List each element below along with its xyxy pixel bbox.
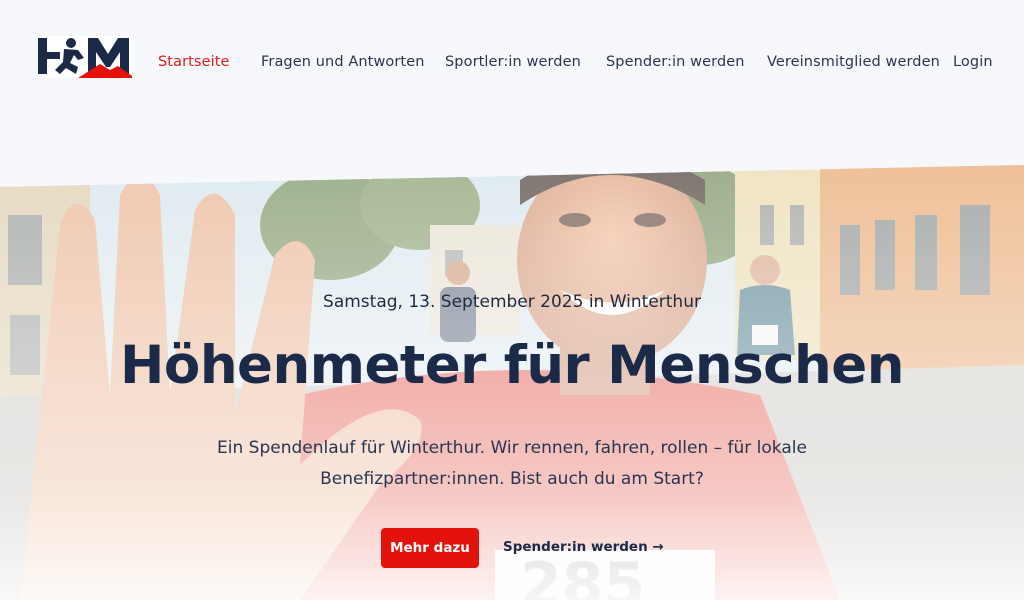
nav-item-spender-werden[interactable]: Spender:in werden: [606, 54, 745, 70]
site-header: Startseite Fragen und Antworten Sportler…: [0, 0, 1024, 130]
nav-item-vereinsmitglied-werden[interactable]: Vereinsmitglied werden: [767, 54, 940, 70]
mehr-dazu-button[interactable]: Mehr dazu: [381, 528, 479, 568]
nav-item-fragen-und-antworten[interactable]: Fragen und Antworten: [261, 54, 425, 70]
hero-title: Höhenmeter für Menschen: [120, 335, 904, 396]
runner-logo-icon: [38, 36, 132, 78]
nav-item-sportler-werden[interactable]: Sportler:in werden: [445, 54, 581, 70]
spender-werden-link[interactable]: Spender:in werden →: [503, 539, 664, 555]
nav-item-login[interactable]: Login: [953, 54, 993, 70]
nav-item-startseite[interactable]: Startseite: [158, 54, 230, 70]
hero-content: Samstag, 13. September 2025 in Winterthu…: [0, 165, 1024, 600]
hero-lead: Ein Spendenlauf für Winterthur. Wir renn…: [217, 438, 807, 489]
hero-section: 285 Samstag, 13. September 2025 in Winte…: [0, 165, 1024, 600]
event-date: Samstag, 13. September 2025 in Winterthu…: [323, 292, 701, 312]
